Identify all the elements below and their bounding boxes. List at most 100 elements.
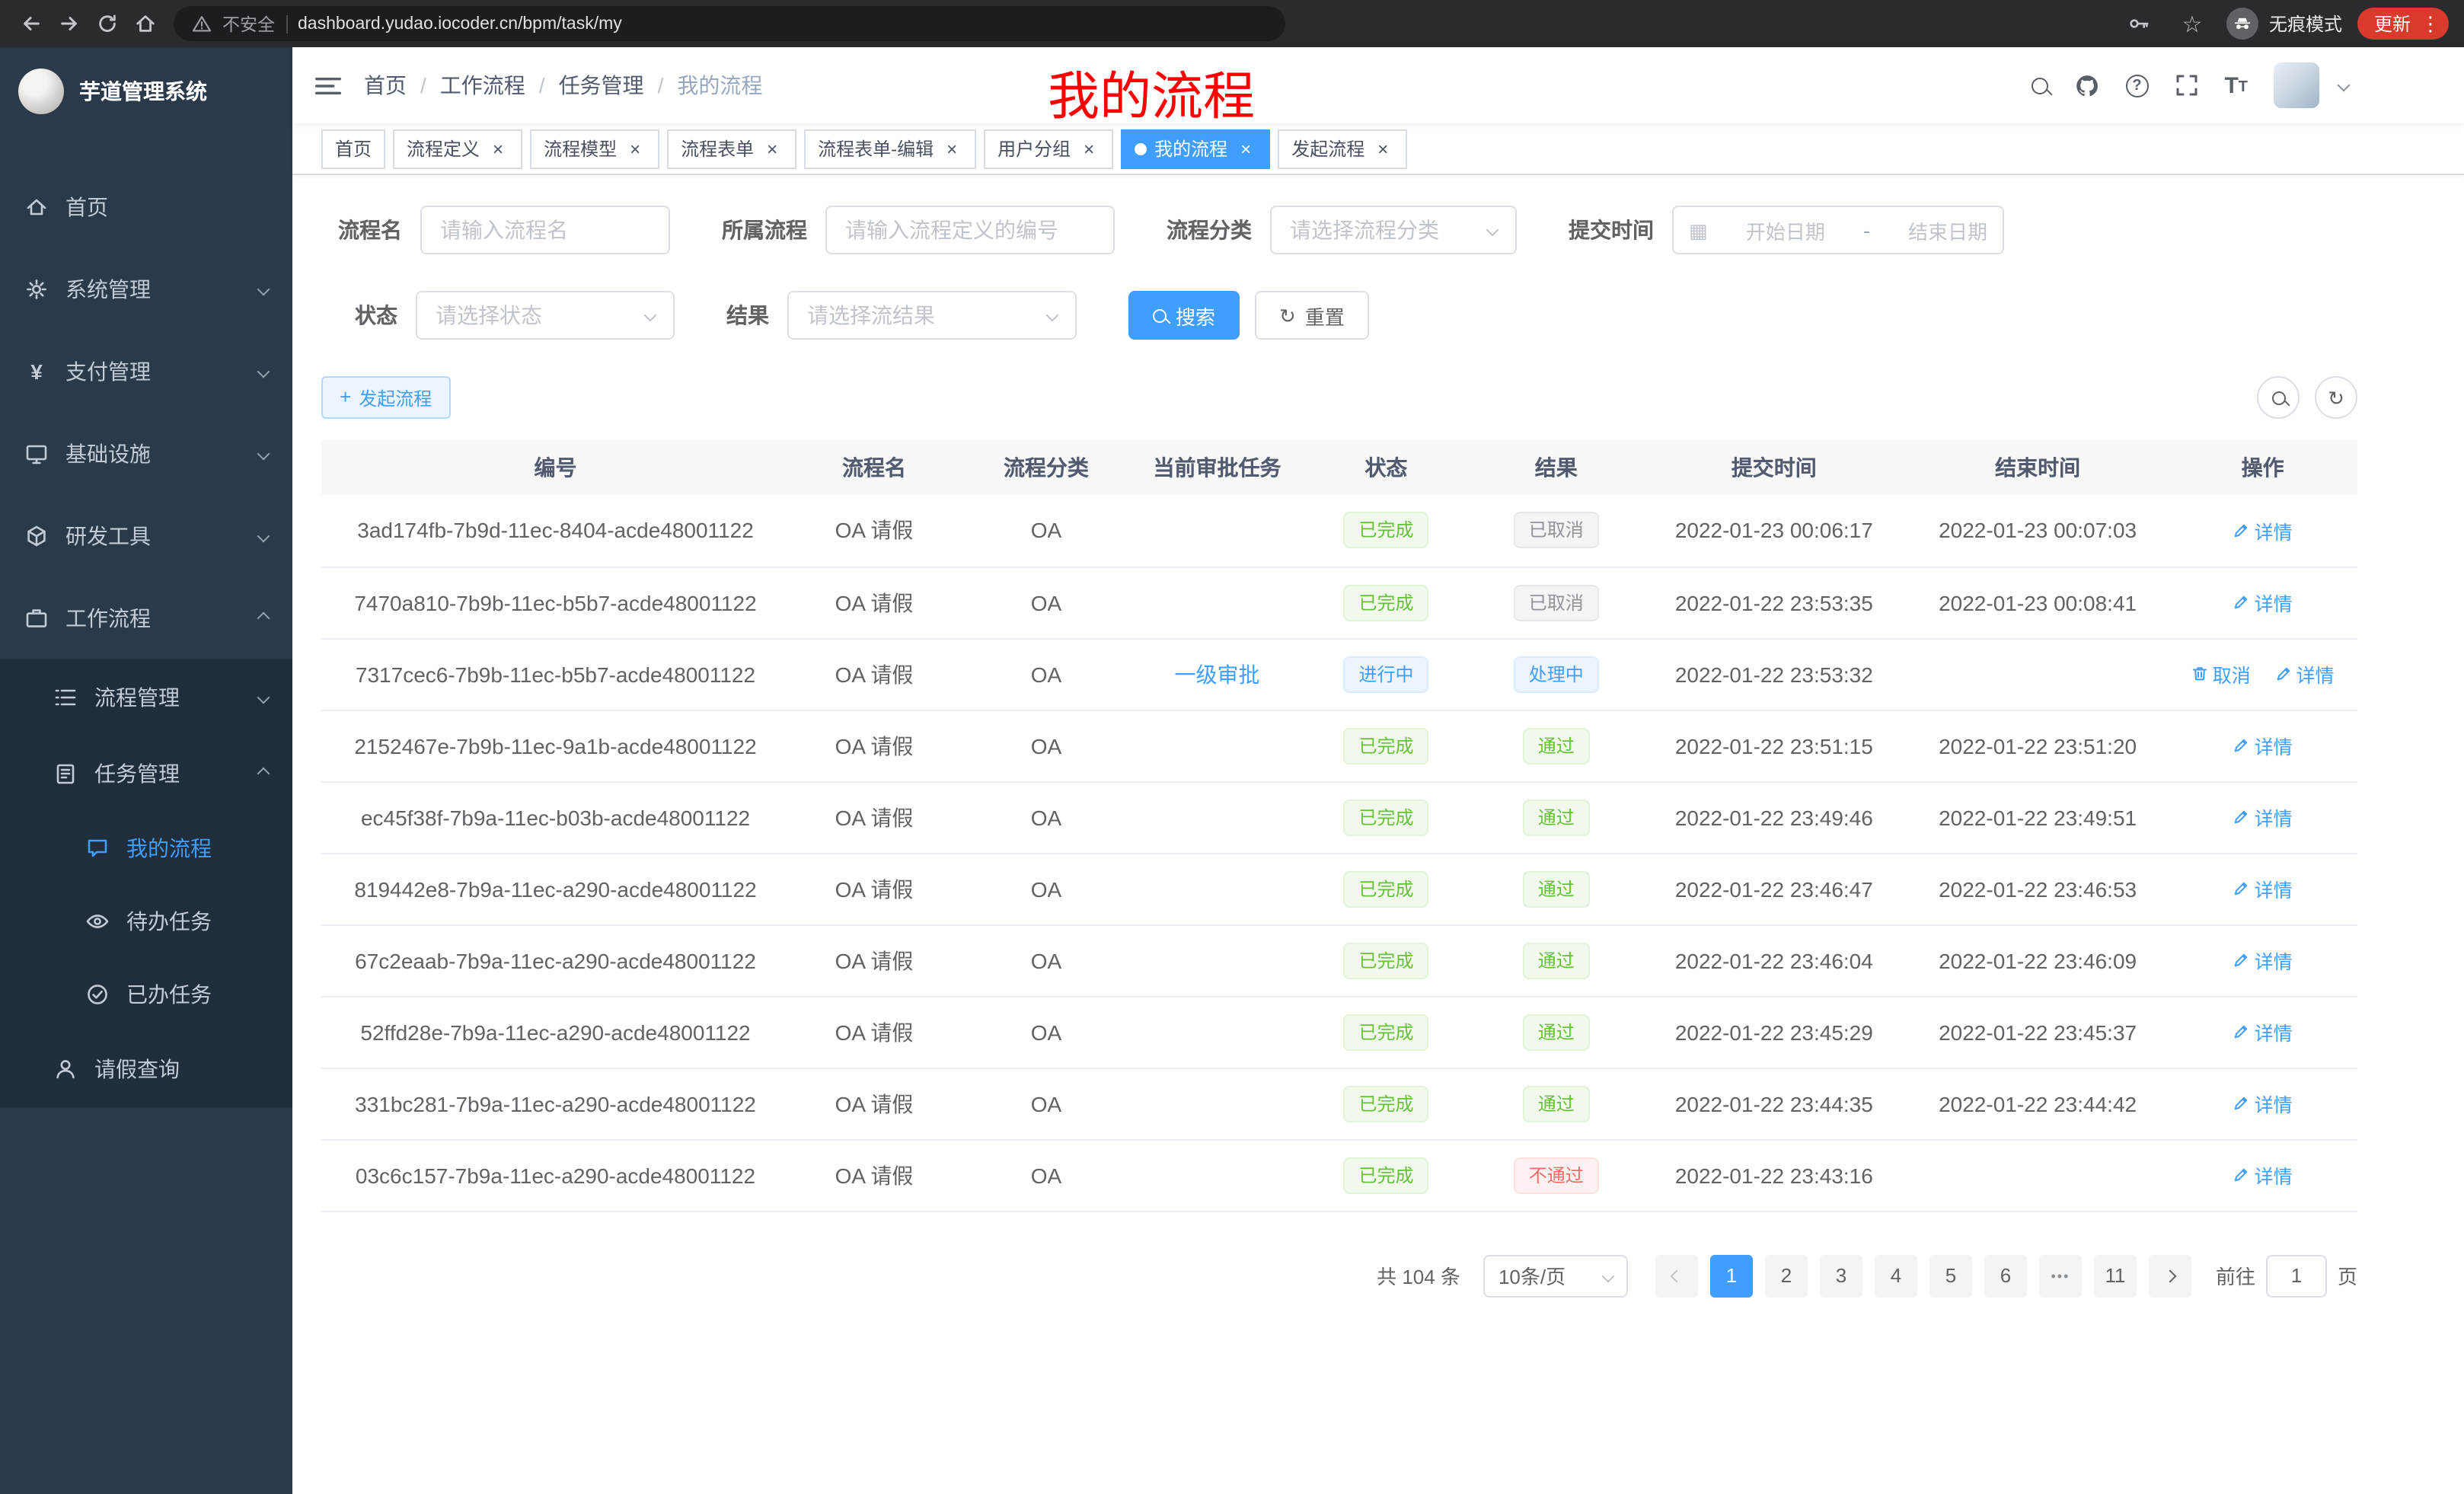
sidebar-item-home[interactable]: 首页 (0, 166, 292, 248)
page-button[interactable]: 6 (1984, 1254, 2027, 1297)
search-button[interactable]: 搜索 (1128, 291, 1240, 340)
search-icon[interactable] (2031, 77, 2047, 94)
status-badge: 已完成 (1343, 942, 1428, 978)
address-bar[interactable]: 不安全 dashboard.yudao.iocoder.cn/bpm/task/… (174, 6, 1285, 41)
refresh-icon (1279, 304, 1296, 327)
table-row: 819442e8-7b9a-11ec-a290-acde48001122 OA … (321, 853, 2357, 924)
avatar-caret-icon[interactable] (2338, 79, 2351, 92)
next-page-button[interactable] (2149, 1254, 2191, 1297)
help-icon[interactable] (2125, 74, 2148, 97)
page-button[interactable]: 11 (2094, 1254, 2137, 1297)
process-definition-input[interactable] (825, 206, 1115, 254)
font-size-icon[interactable] (2224, 74, 2248, 97)
sidebar-item-leave-query[interactable]: 请假查询 (0, 1031, 292, 1107)
sidebar-item-devtools[interactable]: 研发工具 (0, 495, 292, 577)
breadcrumb-item-home[interactable]: 首页 (364, 70, 407, 101)
update-button[interactable]: 更新 (2357, 8, 2449, 40)
breadcrumb-item-workflow[interactable]: 工作流程 (440, 70, 525, 101)
result-select[interactable]: 请选择流结果 (787, 291, 1077, 340)
current-task-link[interactable]: 一级审批 (1175, 662, 1260, 686)
tab-user-group[interactable]: 用户分组 (984, 129, 1113, 168)
close-icon[interactable] (487, 138, 509, 159)
refresh-table-button[interactable] (2315, 376, 2357, 419)
fullscreen-icon[interactable] (2174, 73, 2198, 97)
page-button[interactable]: 4 (1875, 1254, 1917, 1297)
detail-link[interactable]: 详情 (2275, 659, 2335, 688)
bookmark-star-icon[interactable] (2173, 5, 2211, 43)
status-badge: 已完成 (1343, 1085, 1428, 1122)
cell-submit-time: 2022-01-22 23:53:32 (1641, 638, 1907, 710)
page-button[interactable]: 3 (1820, 1254, 1862, 1297)
sidebar-item-label: 已办任务 (126, 979, 212, 1010)
detail-link[interactable]: 详情 (2233, 1089, 2293, 1118)
tab-start-process[interactable]: 发起流程 (1278, 129, 1407, 168)
cell-actions: 详情 (2168, 495, 2357, 567)
close-icon[interactable] (761, 138, 783, 159)
close-icon[interactable] (1235, 138, 1256, 159)
sidebar-item-label: 任务管理 (94, 758, 180, 789)
browser-back-button[interactable] (12, 5, 50, 43)
detail-link[interactable]: 详情 (2233, 874, 2293, 903)
cell-id: 3ad174fb-7b9d-11ec-8404-acde48001122 (321, 495, 790, 567)
sidebar-item-done-tasks[interactable]: 已办任务 (0, 958, 292, 1031)
breadcrumb-item-task-management[interactable]: 任务管理 (559, 70, 644, 101)
close-icon[interactable] (624, 138, 646, 159)
start-process-button[interactable]: 发起流程 (321, 376, 450, 419)
browser-home-button[interactable] (126, 5, 164, 43)
sidebar-item-workflow[interactable]: 工作流程 (0, 577, 292, 659)
tab-home[interactable]: 首页 (321, 129, 385, 168)
page-button[interactable]: 5 (1929, 1254, 1972, 1297)
close-icon[interactable] (1078, 138, 1100, 159)
page-button[interactable]: ••• (2039, 1254, 2082, 1297)
close-icon[interactable] (941, 138, 962, 159)
toggle-search-button[interactable] (2257, 376, 2300, 419)
detail-link[interactable]: 详情 (2233, 588, 2293, 617)
sidebar-item-process-management[interactable]: 流程管理 (0, 659, 292, 736)
detail-link[interactable]: 详情 (2233, 946, 2293, 975)
detail-link[interactable]: 详情 (2233, 731, 2293, 760)
browser-forward-button[interactable] (50, 5, 88, 43)
detail-link[interactable]: 详情 (2233, 516, 2293, 545)
reset-button[interactable]: 重置 (1255, 291, 1369, 340)
close-icon[interactable] (1372, 138, 1393, 159)
goto-page-input[interactable] (2266, 1254, 2327, 1297)
status-select[interactable]: 请选择状态 (416, 291, 675, 340)
page-size-select[interactable]: 10条/页 (1483, 1254, 1628, 1297)
table-row: ec45f38f-7b9a-11ec-b03b-acde48001122 OA … (321, 781, 2357, 853)
tab-process-definition[interactable]: 流程定义 (393, 129, 522, 168)
detail-link[interactable]: 详情 (2233, 1017, 2293, 1046)
app-logo[interactable]: 芋道管理系统 (0, 47, 292, 136)
cancel-link[interactable]: 取消 (2191, 659, 2251, 688)
user-avatar[interactable] (2274, 62, 2319, 108)
sidebar-item-infra[interactable]: 基础设施 (0, 413, 292, 495)
sidebar-item-my-process[interactable]: 我的流程 (0, 812, 292, 885)
page-button[interactable]: 2 (1765, 1254, 1808, 1297)
sidebar-item-payment[interactable]: 支付管理 (0, 330, 292, 413)
sidebar-item-todo-tasks[interactable]: 待办任务 (0, 885, 292, 958)
cell-actions: 详情 (2168, 853, 2357, 924)
browser-reload-button[interactable] (88, 5, 126, 43)
hamburger-icon[interactable] (292, 74, 364, 97)
cell-current-task (1134, 710, 1301, 781)
sidebar-item-system[interactable]: 系统管理 (0, 248, 292, 330)
tab-process-form[interactable]: 流程表单 (667, 129, 796, 168)
category-select[interactable]: 请选择流程分类 (1270, 206, 1517, 254)
tab-process-model[interactable]: 流程模型 (530, 129, 659, 168)
browser-menu-icon[interactable] (2420, 11, 2441, 36)
page-button[interactable]: 1 (1710, 1254, 1753, 1297)
cell-status: 已完成 (1301, 567, 1472, 638)
detail-link[interactable]: 详情 (2233, 1160, 2293, 1189)
cell-current-task (1134, 567, 1301, 638)
cell-end-time: 2022-01-22 23:46:09 (1907, 924, 2168, 996)
github-icon[interactable] (2073, 72, 2099, 98)
chevron-down-icon (644, 309, 657, 322)
sidebar-item-label: 待办任务 (126, 906, 212, 937)
date-range-picker[interactable]: 开始日期 - 结束日期 (1672, 206, 2004, 254)
password-key-icon[interactable] (2120, 5, 2158, 43)
process-name-input[interactable] (420, 206, 670, 254)
detail-link[interactable]: 详情 (2233, 803, 2293, 832)
tab-my-process[interactable]: 我的流程 (1121, 129, 1270, 168)
prev-page-button[interactable] (1655, 1254, 1698, 1297)
tab-process-form-edit[interactable]: 流程表单-编辑 (804, 129, 976, 168)
sidebar-item-task-management[interactable]: 任务管理 (0, 736, 292, 812)
